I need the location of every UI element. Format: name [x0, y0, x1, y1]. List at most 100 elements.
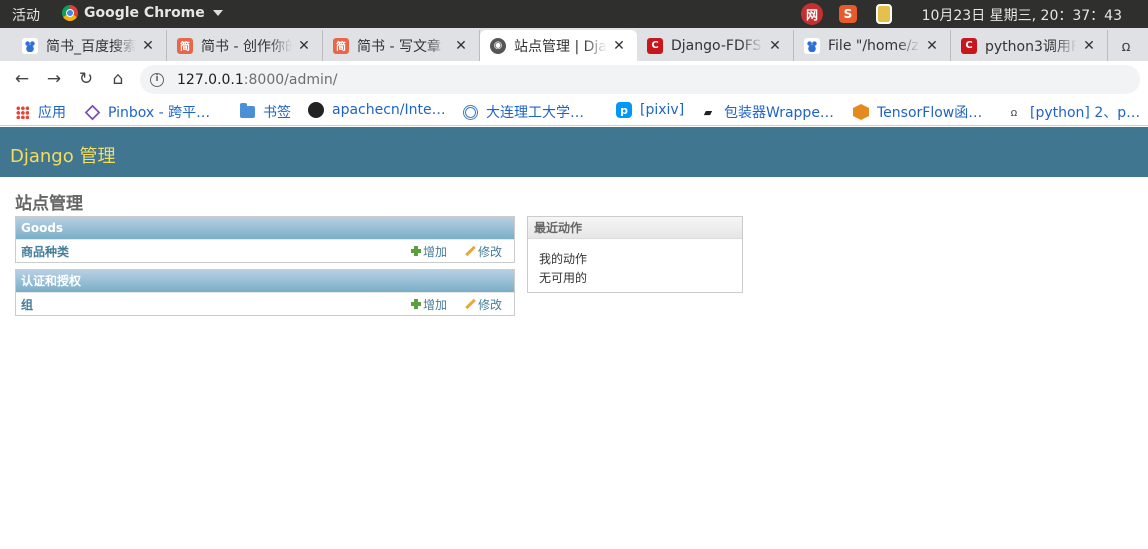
csdn-icon: C: [961, 37, 977, 54]
model-row: 组 增加 修改: [16, 292, 514, 315]
netease-music-icon[interactable]: 网: [801, 3, 823, 25]
url-host: 127.0.0.1: [177, 71, 244, 88]
tab-jianshu-create[interactable]: 简 简书 - 创作你的创作 ✕: [167, 30, 323, 61]
close-icon[interactable]: ✕: [296, 38, 312, 54]
tab-jianshu-write[interactable]: 简 简书 - 写文章 ✕: [323, 30, 480, 61]
my-actions-heading: 我的动作: [539, 252, 588, 266]
bookmark-folder[interactable]: 书签: [239, 102, 291, 122]
recent-actions-caption: 最近动作: [528, 217, 742, 239]
app-module-goods: Goods 商品种类 增加 修改: [15, 216, 515, 263]
tab-file-home[interactable]: File "/home/zhangsan ✕: [794, 30, 951, 61]
bookmark-label: 包装器Wrappe…: [724, 105, 834, 121]
tab-title: 简书_百度搜索: [46, 38, 136, 55]
pencil-icon: [465, 246, 475, 256]
tab-django-admin[interactable]: ◉ 站点管理 | Django 站点管理员 ✕: [480, 30, 637, 61]
tab-strip: 简书_百度搜索 ✕ 简 简书 - 创作你的创作 ✕ 简 简书 - 写文章 ✕ ◉…: [0, 28, 1148, 61]
bookmark-label: [pixiv]: [640, 102, 685, 118]
recent-actions-module: 最近动作 我的动作 无可用的: [527, 216, 743, 293]
omega-icon: ꭥ: [1121, 36, 1131, 55]
activities-button[interactable]: 活动: [12, 5, 40, 25]
model-row: 商品种类 增加 修改: [16, 239, 514, 262]
university-icon: [462, 104, 478, 120]
apps-grid-icon: [14, 104, 30, 120]
clock[interactable]: 10月23日 星期三, 20：37：43: [922, 5, 1122, 25]
globe-icon: ◉: [490, 37, 506, 54]
jianshu-icon: 简: [177, 37, 193, 54]
close-icon[interactable]: ✕: [140, 38, 156, 54]
close-icon[interactable]: ✕: [924, 38, 940, 54]
chrome-icon: [62, 5, 78, 21]
back-arrow-icon[interactable]: ←: [12, 69, 32, 89]
change-link[interactable]: 修改: [465, 243, 502, 260]
jianshu-icon: 简: [333, 37, 349, 54]
tab-title: python3调用F: [985, 38, 1077, 55]
tab-title: Django-FDFS: [671, 37, 762, 54]
close-icon[interactable]: ✕: [611, 38, 627, 54]
pencil-icon: [465, 299, 475, 309]
book-icon: ▰: [703, 105, 713, 119]
plus-icon: [411, 299, 421, 309]
add-link[interactable]: 增加: [411, 243, 447, 260]
pixiv-icon: p: [616, 102, 632, 118]
sogou-input-icon[interactable]: S: [837, 3, 859, 25]
tab-python3[interactable]: C python3调用F ✕: [951, 30, 1108, 61]
tab-title: File "/home/zhangsan: [828, 37, 920, 54]
tab-django-fdfs[interactable]: C Django-FDFS ✕: [637, 30, 794, 61]
reload-icon[interactable]: ↻: [76, 69, 96, 89]
indicator-icon[interactable]: [873, 3, 895, 25]
omega-icon: ꭥ: [1010, 105, 1018, 119]
forward-arrow-icon[interactable]: →: [44, 69, 64, 89]
baidu-paw-icon: [804, 37, 820, 54]
app-module-auth: 认证和授权 组 增加 修改: [15, 269, 515, 316]
home-icon[interactable]: ⌂: [108, 69, 128, 89]
bookmark-python[interactable]: ꭥ [python] 2、p…: [1006, 102, 1140, 122]
info-icon[interactable]: i: [150, 72, 164, 87]
add-link[interactable]: 增加: [411, 296, 447, 313]
github-icon: [308, 102, 324, 118]
site-branding[interactable]: Django 管理: [10, 142, 115, 168]
admin-content: 站点管理: [15, 189, 83, 218]
bookmark-apps[interactable]: 应用: [14, 102, 66, 122]
bookmark-pixiv[interactable]: p [pixiv]: [616, 102, 684, 118]
bookmark-tensorflow[interactable]: TensorFlow函…: [853, 102, 982, 122]
no-actions-text: 无可用的: [539, 271, 588, 285]
tab-title: 简书 - 写文章: [357, 38, 441, 55]
url-path: :8000/admin/: [243, 71, 338, 88]
app-caption[interactable]: 认证和授权: [16, 270, 514, 292]
bookmark-label: 应用: [38, 105, 66, 121]
csdn-icon: C: [647, 37, 663, 54]
tab-baidu-search[interactable]: 简书_百度搜索 ✕: [12, 30, 167, 61]
model-link[interactable]: 组: [21, 296, 33, 313]
close-icon[interactable]: ✕: [767, 38, 783, 54]
change-link[interactable]: 修改: [465, 296, 502, 313]
cube-icon: [84, 104, 100, 120]
tab-title: 站点管理 | Django 站点管理员: [514, 38, 607, 55]
bookmark-label: 书签: [263, 105, 291, 121]
page-title: 站点管理: [15, 194, 83, 214]
app-name: Google Chrome: [84, 5, 205, 21]
tab-overflow[interactable]: ꭥ c: [1108, 30, 1148, 61]
admin-header: Django 管理: [0, 127, 1148, 177]
bookmark-label: Pinbox - 跨平…: [108, 105, 211, 121]
bookmark-dlut[interactable]: 大连理工大学…: [462, 102, 584, 122]
tensorflow-icon: [853, 104, 869, 120]
close-icon[interactable]: ✕: [453, 38, 469, 54]
bookmark-apachecn[interactable]: apachecn/Inte…: [308, 102, 446, 118]
bookmark-wrapper[interactable]: ▰ 包装器Wrappe…: [700, 102, 834, 122]
app-caption[interactable]: Goods: [16, 217, 514, 239]
bookmark-label: 大连理工大学…: [486, 105, 584, 121]
bookmark-label: apachecn/Inte…: [332, 102, 446, 118]
plus-icon: [411, 246, 421, 256]
bookmark-label: [python] 2、p…: [1030, 105, 1141, 121]
folder-icon: [239, 103, 255, 120]
bookmarks-bar: 应用 Pinbox - 跨平… 书签 apachecn/Inte… 大连理工大学…: [0, 98, 1148, 126]
model-link[interactable]: 商品种类: [21, 243, 69, 260]
close-icon[interactable]: ✕: [1081, 38, 1097, 54]
browser-toolbar: ← → ↻ ⌂ i 127.0.0.1:8000/admin/: [0, 61, 1148, 98]
chevron-down-icon: [212, 10, 223, 16]
tab-title: 简书 - 创作你的创作: [201, 38, 292, 55]
bookmark-pinbox[interactable]: Pinbox - 跨平…: [84, 102, 210, 122]
os-top-panel: 活动 Google Chrome 网 S 10月23日 星期三, 20：37：4…: [0, 0, 1148, 28]
app-menu[interactable]: Google Chrome: [62, 5, 223, 21]
address-bar[interactable]: i 127.0.0.1:8000/admin/: [140, 65, 1140, 94]
